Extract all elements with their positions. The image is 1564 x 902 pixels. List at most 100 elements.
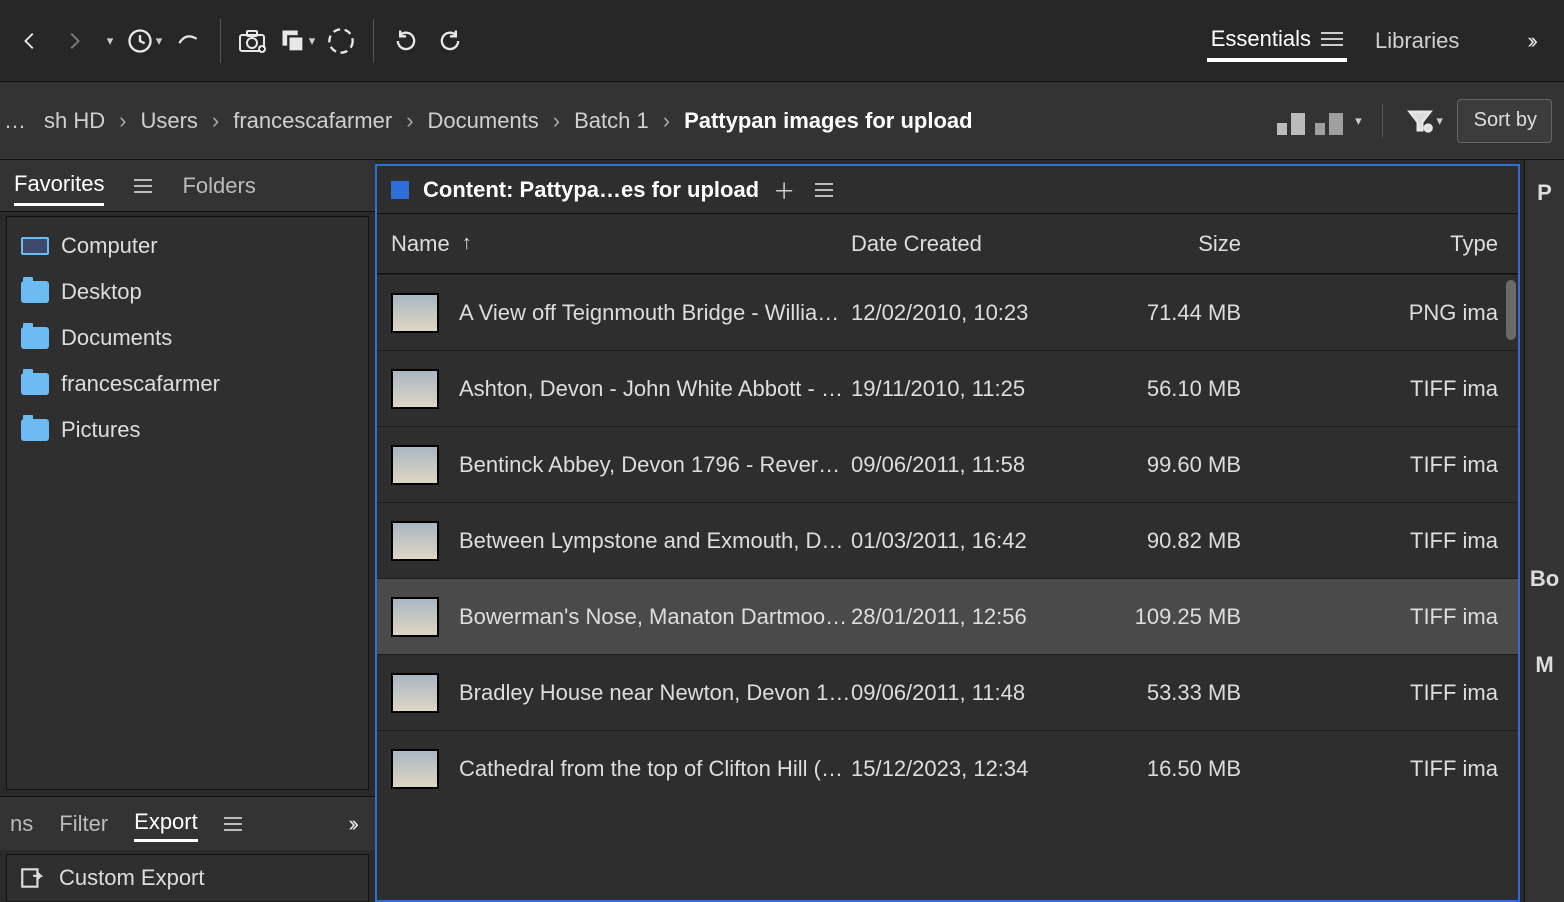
workspace-menu-icon[interactable] [1321, 28, 1343, 50]
add-tab-button[interactable]: ＋ [773, 174, 795, 206]
selection-indicator-icon[interactable] [391, 181, 409, 199]
tab-filter[interactable]: Filter [59, 807, 108, 841]
breadcrumb-bar: … sh HD › Users › francescafarmer › Docu… [0, 82, 1564, 160]
tab-truncated[interactable]: ns [10, 811, 33, 837]
thumb-quality-icon[interactable] [1277, 107, 1305, 135]
favorites-item[interactable]: Computer [7, 223, 368, 269]
cell-date: 09/06/2011, 11:58 [851, 452, 1081, 478]
cell-type: TIFF ima [1271, 604, 1504, 630]
table-row[interactable]: A View off Teignmouth Bridge - William…1… [377, 274, 1518, 350]
chevron-right-icon: › [212, 108, 219, 134]
collapsed-panel-p[interactable]: P [1537, 180, 1552, 206]
content-header: Content: Pattypa…es for upload ＋ [377, 166, 1518, 214]
export-panel: Custom Export [6, 854, 369, 902]
favorites-item[interactable]: Documents [7, 315, 368, 361]
more-workspaces-button[interactable]: ›› [1527, 28, 1534, 54]
copy-button[interactable]: ▾ [275, 19, 319, 63]
cell-date: 15/12/2023, 12:34 [851, 756, 1081, 782]
sort-button[interactable]: Sort by [1457, 99, 1552, 143]
workspace-libraries[interactable]: Libraries [1371, 22, 1463, 60]
nav-dropdown[interactable]: ▾ [96, 19, 122, 63]
thumbnail-icon [391, 749, 439, 789]
nav-forward-button[interactable] [52, 19, 96, 63]
custom-export-button[interactable]: Custom Export [59, 865, 205, 891]
workspace-essentials-label: Essentials [1211, 26, 1311, 52]
scrollbar-thumb[interactable] [1506, 280, 1516, 340]
sort-asc-icon: ↑ [462, 232, 472, 255]
cell-size: 90.82 MB [1081, 528, 1271, 554]
table-row[interactable]: Ashton, Devon - John White Abbott - 46…1… [377, 350, 1518, 426]
favorites-item-label: Desktop [61, 279, 142, 305]
col-header-type[interactable]: Type [1271, 231, 1504, 257]
thumbnail-icon [391, 369, 439, 409]
main-toolbar: ▾ ▾ ▾ Essentials Libraries ›› [0, 0, 1564, 82]
cell-name: Cathedral from the top of Clifton Hill (… [459, 756, 851, 782]
cell-size: 71.44 MB [1081, 300, 1271, 326]
favorites-menu-icon[interactable] [134, 179, 152, 193]
breadcrumb-ellipsis[interactable]: … [0, 108, 30, 134]
left-column: Favorites Folders Computer Desktop Documen… [0, 160, 375, 902]
cell-name: Bradley House near Newton, Devon 17… [459, 680, 851, 706]
bottom-panel-tabs: ns Filter Export ›› [0, 796, 375, 850]
workspace-essentials[interactable]: Essentials [1207, 20, 1347, 62]
folder-icon [21, 419, 49, 441]
cell-type: TIFF ima [1271, 528, 1504, 554]
content-rows: A View off Teignmouth Bridge - William…1… [377, 274, 1518, 900]
more-bottom-tabs[interactable]: ›› [348, 811, 355, 837]
boomerang-button[interactable] [166, 19, 210, 63]
col-header-name[interactable]: Name ↑ [391, 231, 851, 257]
get-photos-button[interactable] [231, 19, 275, 63]
tab-export[interactable]: Export [134, 805, 198, 842]
thumb-quality-dropdown[interactable] [1315, 107, 1343, 135]
collapsed-panel-bo[interactable]: Bo [1530, 566, 1559, 592]
content-menu-icon[interactable] [815, 183, 833, 197]
favorites-item[interactable]: francescafarmer [7, 361, 368, 407]
right-collapsed-panels: P Bo M [1524, 160, 1564, 902]
rotate-ccw-button[interactable] [384, 19, 428, 63]
cell-date: 09/06/2011, 11:48 [851, 680, 1081, 706]
cell-name: A View off Teignmouth Bridge - William… [459, 300, 851, 326]
favorites-item[interactable]: Desktop [7, 269, 368, 315]
rotate-cw-button[interactable] [428, 19, 472, 63]
filter-button[interactable]: ▾ [1403, 99, 1447, 143]
breadcrumb-item[interactable]: Users [134, 108, 203, 134]
breadcrumb-item[interactable]: Documents [422, 108, 545, 134]
table-row[interactable]: Bradley House near Newton, Devon 17…09/0… [377, 654, 1518, 730]
table-row[interactable]: Bentinck Abbey, Devon 1796 - Reverend…09… [377, 426, 1518, 502]
cell-type: TIFF ima [1271, 756, 1504, 782]
chevron-right-icon: › [553, 108, 560, 134]
favorites-item[interactable]: Pictures [7, 407, 368, 453]
breadcrumb-item[interactable]: Batch 1 [568, 108, 655, 134]
favorites-item-label: Computer [61, 233, 158, 259]
favorites-panel-tabs: Favorites Folders [0, 160, 375, 212]
toolbar-divider-2 [373, 19, 374, 63]
col-header-date[interactable]: Date Created [851, 231, 1081, 257]
toolbar-divider [220, 19, 221, 63]
folder-icon [21, 281, 49, 303]
table-row[interactable]: Bowerman's Nose, Manaton Dartmoor -…28/0… [377, 578, 1518, 654]
bc-divider [1382, 104, 1383, 138]
export-icon [19, 865, 45, 891]
tab-folders[interactable]: Folders [182, 167, 255, 205]
collapsed-panel-m[interactable]: M [1535, 652, 1553, 678]
col-header-size[interactable]: Size [1081, 231, 1271, 257]
recent-button[interactable]: ▾ [122, 19, 166, 63]
folder-icon [21, 327, 49, 349]
cell-name: Between Lympstone and Exmouth, Dev… [459, 528, 851, 554]
cell-type: PNG ima [1271, 300, 1504, 326]
export-menu-icon[interactable] [224, 817, 242, 831]
table-row[interactable]: Between Lympstone and Exmouth, Dev…01/03… [377, 502, 1518, 578]
nav-back-button[interactable] [8, 19, 52, 63]
content-panel: Content: Pattypa…es for upload ＋ Name ↑ … [375, 164, 1520, 902]
computer-icon [21, 237, 49, 255]
content-column-headers: Name ↑ Date Created Size Type [377, 214, 1518, 274]
col-header-name-label: Name [391, 231, 450, 257]
cell-size: 16.50 MB [1081, 756, 1271, 782]
table-row[interactable]: Cathedral from the top of Clifton Hill (… [377, 730, 1518, 806]
cell-date: 12/02/2010, 10:23 [851, 300, 1081, 326]
breadcrumb-item[interactable]: francescafarmer [227, 108, 398, 134]
breadcrumb-root[interactable]: sh HD [38, 108, 111, 134]
aperture-button[interactable] [319, 19, 363, 63]
tab-favorites[interactable]: Favorites [14, 165, 104, 206]
breadcrumb-current[interactable]: Pattypan images for upload [678, 108, 979, 134]
